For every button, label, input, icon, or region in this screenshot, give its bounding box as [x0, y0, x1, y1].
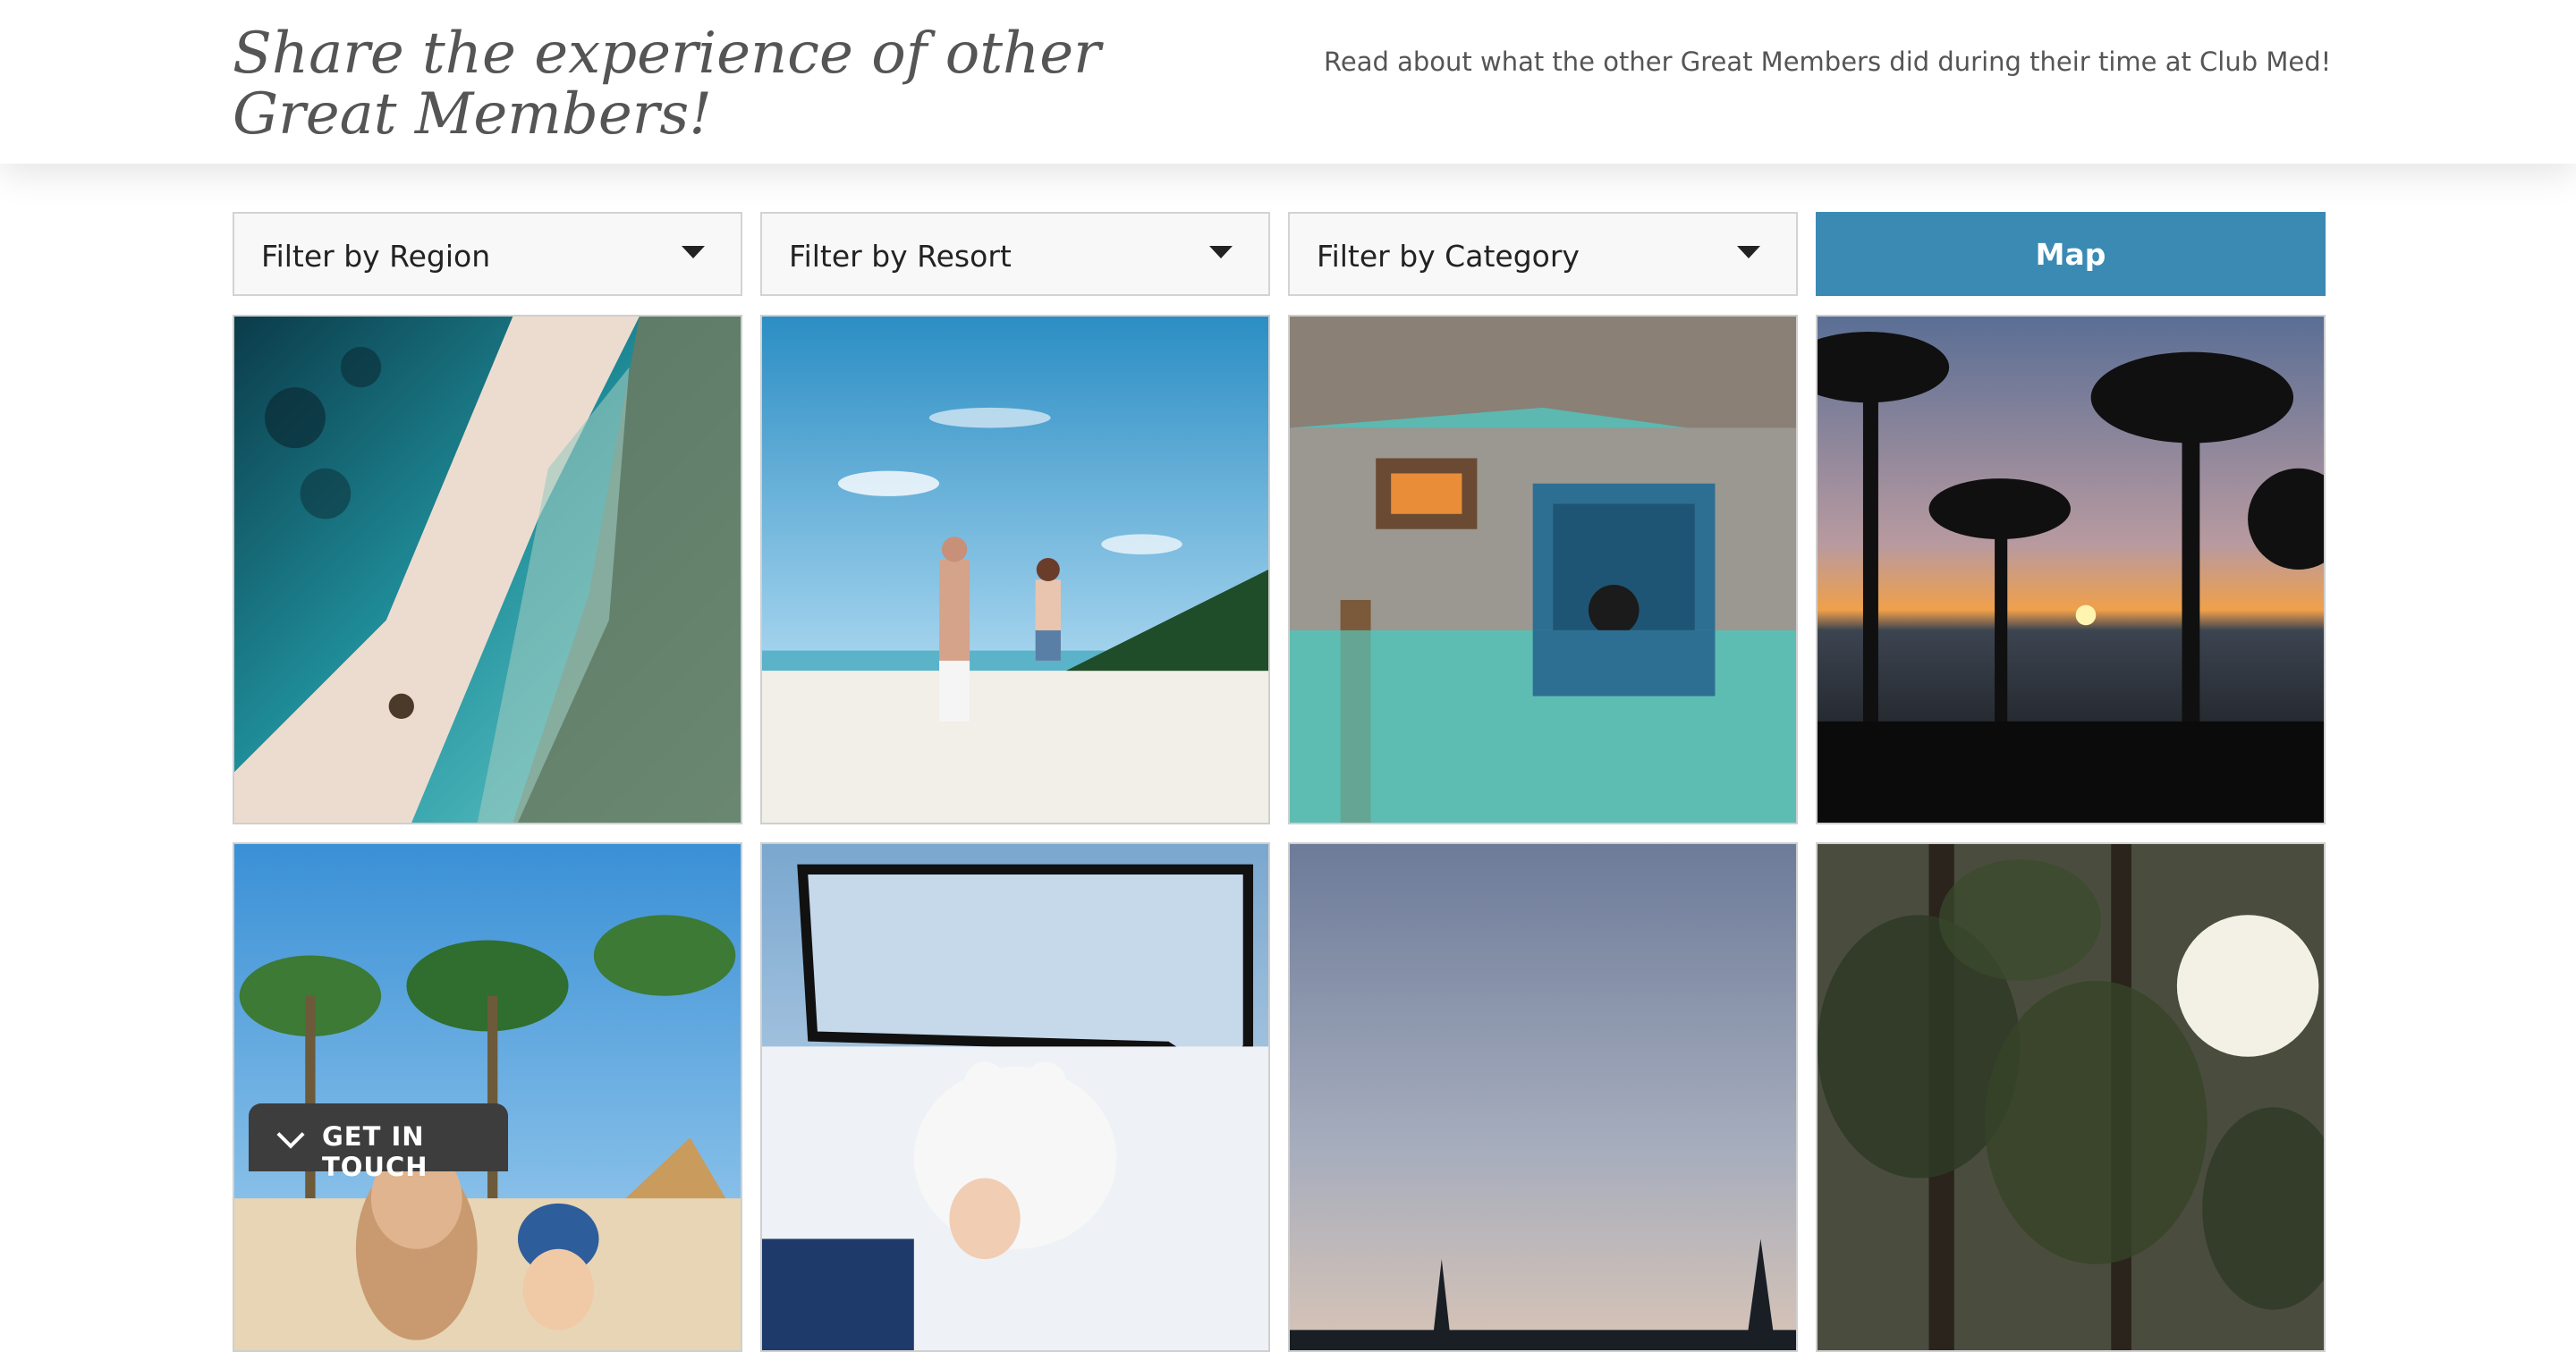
photo-tile-couple-beach[interactable] — [760, 315, 1270, 824]
filter-region-label: Filter by Region — [261, 239, 491, 274]
caret-down-icon — [1737, 246, 1760, 258]
photo-tile-mother-baby-beach[interactable] — [233, 842, 742, 1352]
baby-gondola-image — [762, 844, 1268, 1350]
aerial-beach-image — [234, 317, 741, 823]
photo-tile-baby-gondola[interactable] — [760, 842, 1270, 1352]
filter-resort-dropdown[interactable]: Filter by Resort — [760, 212, 1270, 296]
page-subtitle: Read about what the other Great Members … — [1324, 46, 2332, 77]
photo-tile-overwater-villa[interactable] — [1288, 315, 1798, 824]
page-title: Share the experience of other Great Memb… — [233, 21, 1101, 148]
caret-down-icon — [682, 246, 705, 258]
couple-beach-image — [762, 317, 1268, 823]
get-in-touch-button[interactable]: GET IN TOUCH — [249, 1103, 508, 1182]
filter-region-dropdown[interactable]: Filter by Region — [233, 212, 742, 296]
chevron-down-icon — [276, 1120, 305, 1149]
dusk-sky-image — [1290, 844, 1796, 1350]
palm-sunset-image — [1818, 317, 2324, 823]
photo-tile-forest[interactable] — [1816, 842, 2326, 1352]
get-in-touch-label: GET IN TOUCH — [322, 1121, 428, 1182]
photo-tile-dusk-sky[interactable] — [1288, 842, 1798, 1352]
page-header: Share the experience of other Great Memb… — [0, 0, 2576, 164]
caret-down-icon — [1209, 246, 1233, 258]
mother-baby-beach-image — [234, 844, 741, 1350]
filter-resort-label: Filter by Resort — [789, 239, 1012, 274]
photo-tile-aerial-beach[interactable] — [233, 315, 742, 824]
forest-image — [1818, 844, 2324, 1350]
filter-bar: Filter by Region Filter by Resort Filter… — [233, 212, 2326, 296]
photo-tile-palm-sunset[interactable] — [1816, 315, 2326, 824]
filter-category-dropdown[interactable]: Filter by Category — [1288, 212, 1798, 296]
map-button[interactable]: Map — [1816, 212, 2326, 296]
overwater-villa-image — [1290, 317, 1796, 823]
filter-category-label: Filter by Category — [1317, 239, 1580, 274]
